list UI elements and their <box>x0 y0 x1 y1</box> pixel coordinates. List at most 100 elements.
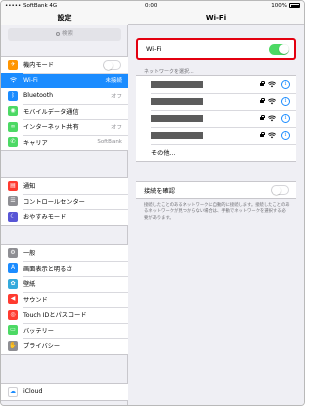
carrier-name: SoftBank <box>22 3 48 9</box>
info-icon[interactable]: i <box>281 131 290 140</box>
ask-to-join-label: 接続を確認 <box>144 187 175 195</box>
phone-icon: ✆ <box>8 137 18 148</box>
battery-indicator: 100% <box>271 3 300 9</box>
sidebar-item-touch-id[interactable]: ◎ Touch IDとパスコード <box>1 307 128 323</box>
airplane-icon: ✈ <box>8 59 18 70</box>
sidebar-item-personal-hotspot[interactable]: ∞ インターネット共有 オフ <box>1 119 128 135</box>
wifi-signal-icon <box>268 115 276 122</box>
control-center-icon: ☰ <box>8 196 18 207</box>
other-network-label: その他... <box>151 150 176 157</box>
signal-dots-icon: ••••• <box>5 3 22 9</box>
sidebar-item-wifi[interactable]: Wi-Fi 未接続 <box>1 72 128 88</box>
ask-to-join-description: 接続したことのあるネットワークに自動的に接続します。接続したことのあるネットワー… <box>144 203 290 221</box>
link-icon: ∞ <box>8 121 18 132</box>
hotspot-status-value: オフ <box>110 124 122 131</box>
battery-icon: ▭ <box>8 325 18 336</box>
speaker-icon: ◀ <box>8 294 18 305</box>
network-name-redacted <box>151 81 203 88</box>
sidebar-item-wallpaper[interactable]: ✿ 壁紙 <box>1 276 128 292</box>
sidebar-item-label: 壁紙 <box>23 281 36 289</box>
network-row[interactable]: i <box>136 127 296 144</box>
lock-icon <box>260 114 266 121</box>
clock: 0:00 <box>145 3 158 9</box>
sidebar-item-label: Touch IDとパスコード <box>23 312 87 320</box>
search-field[interactable]: 検索 <box>8 28 121 41</box>
notification-icon: ▤ <box>8 180 18 191</box>
carrier-value: SoftBank <box>97 139 122 146</box>
info-icon[interactable]: i <box>281 80 290 89</box>
brightness-icon: A <box>8 263 18 274</box>
lock-icon <box>260 97 266 104</box>
moon-icon: ☾ <box>8 211 18 222</box>
battery-percent: 100% <box>271 3 287 9</box>
sidebar-item-notifications[interactable]: ▤ 通知 <box>1 178 128 194</box>
search-icon <box>55 31 60 36</box>
gear-icon: ⚙ <box>8 247 18 258</box>
network-row[interactable]: i <box>136 110 296 127</box>
info-icon[interactable]: i <box>281 114 290 123</box>
account-group: ☁ iCloud <box>1 383 128 401</box>
wifi-signal-icon <box>268 81 276 88</box>
general-group: ⚙ 一般 A 画面表示と明るさ ✿ 壁紙 ◀ サウンド ◎ Touch IDとパ… <box>1 244 128 355</box>
sidebar-item-control-center[interactable]: ☰ コントロールセンター <box>1 193 128 210</box>
search-placeholder: 検索 <box>61 31 73 37</box>
network-name-redacted <box>151 132 203 139</box>
lock-icon <box>260 80 266 87</box>
sidebar-item-battery[interactable]: ▭ バッテリー <box>1 322 128 339</box>
sidebar-item-label: 画面表示と明るさ <box>23 265 73 273</box>
sidebar-item-general[interactable]: ⚙ 一般 <box>1 245 128 261</box>
network-row[interactable]: i <box>136 76 296 93</box>
wifi-signal-icon <box>268 132 276 139</box>
sidebar-item-display-brightness[interactable]: A 画面表示と明るさ <box>1 260 128 277</box>
wifi-detail-pane: Wi-Fi Wi-Fi ネットワークを選択... i i i i その他... … <box>128 1 304 405</box>
ask-to-join-row: 接続を確認 <box>136 181 296 199</box>
airplane-mode-toggle[interactable] <box>103 59 121 70</box>
sidebar-item-icloud[interactable]: ☁ iCloud <box>1 384 128 400</box>
sidebar-item-label: サウンド <box>23 296 48 304</box>
ask-to-join-toggle[interactable] <box>271 185 289 195</box>
sidebar-item-airplane-mode[interactable]: ✈ 機内モード <box>1 57 128 73</box>
sidebar-item-mobile-data[interactable]: ◉ モバイルデータ通信 <box>1 103 128 120</box>
sidebar-item-sounds[interactable]: ◀ サウンド <box>1 291 128 308</box>
wifi-toggle[interactable] <box>269 43 289 55</box>
sidebar-item-label: コントロールセンター <box>23 198 85 206</box>
antenna-icon: ◉ <box>8 106 18 117</box>
network-row[interactable]: i <box>136 93 296 110</box>
fingerprint-icon: ◎ <box>8 309 18 320</box>
wifi-page-title: Wi-Fi <box>128 11 304 25</box>
other-network-row[interactable]: その他... <box>136 144 296 161</box>
sidebar-item-label: iCloud <box>23 388 43 396</box>
info-icon[interactable]: i <box>281 97 290 106</box>
sidebar-item-bluetooth[interactable]: ᛒ Bluetooth オフ <box>1 88 128 104</box>
sidebar-item-label: モバイルデータ通信 <box>23 108 79 116</box>
wallpaper-icon: ✿ <box>8 278 18 289</box>
wifi-signal-icon <box>268 98 276 105</box>
wifi-toggle-row: Wi-Fi <box>136 38 296 60</box>
sidebar-item-label: 通知 <box>23 183 36 191</box>
network-name-redacted <box>151 115 203 122</box>
sidebar-item-do-not-disturb[interactable]: ☾ おやすみモード <box>1 209 128 225</box>
wifi-status-value: 未接続 <box>105 78 122 85</box>
wifi-label: Wi-Fi <box>146 45 162 53</box>
status-bar: ••••• SoftBank 4G 0:00 100% <box>1 1 304 11</box>
sidebar-item-label: 一般 <box>23 250 36 258</box>
hand-icon: ✋ <box>8 340 18 351</box>
settings-sidebar: 設定 検索 ✈ 機内モード Wi-Fi 未接続 ᛒ Bluetooth オフ ◉… <box>1 1 128 405</box>
lock-icon <box>260 131 266 138</box>
sidebar-item-label: キャリア <box>23 139 48 147</box>
cloud-icon: ☁ <box>8 386 18 397</box>
connectivity-group: ✈ 機内モード Wi-Fi 未接続 ᛒ Bluetooth オフ ◉ モバイルデ… <box>1 56 128 151</box>
carrier-indicator: ••••• SoftBank 4G <box>5 3 57 9</box>
battery-icon <box>289 3 300 8</box>
sidebar-item-label: Wi-Fi <box>23 76 38 84</box>
sidebar-item-label: Bluetooth <box>23 92 54 100</box>
sidebar-item-label: 機内モード <box>23 62 54 70</box>
sidebar-item-privacy[interactable]: ✋ プライバシー <box>1 338 128 354</box>
ipad-screen: 設定 検索 ✈ 機内モード Wi-Fi 未接続 ᛒ Bluetooth オフ ◉… <box>0 0 305 406</box>
bluetooth-icon: ᛒ <box>8 90 18 101</box>
settings-title: 設定 <box>1 11 128 25</box>
network-type: 4G <box>49 3 58 9</box>
sidebar-item-label: プライバシー <box>23 343 61 351</box>
sidebar-item-carrier[interactable]: ✆ キャリア SoftBank <box>1 134 128 151</box>
sidebar-item-label: インターネット共有 <box>23 124 79 132</box>
